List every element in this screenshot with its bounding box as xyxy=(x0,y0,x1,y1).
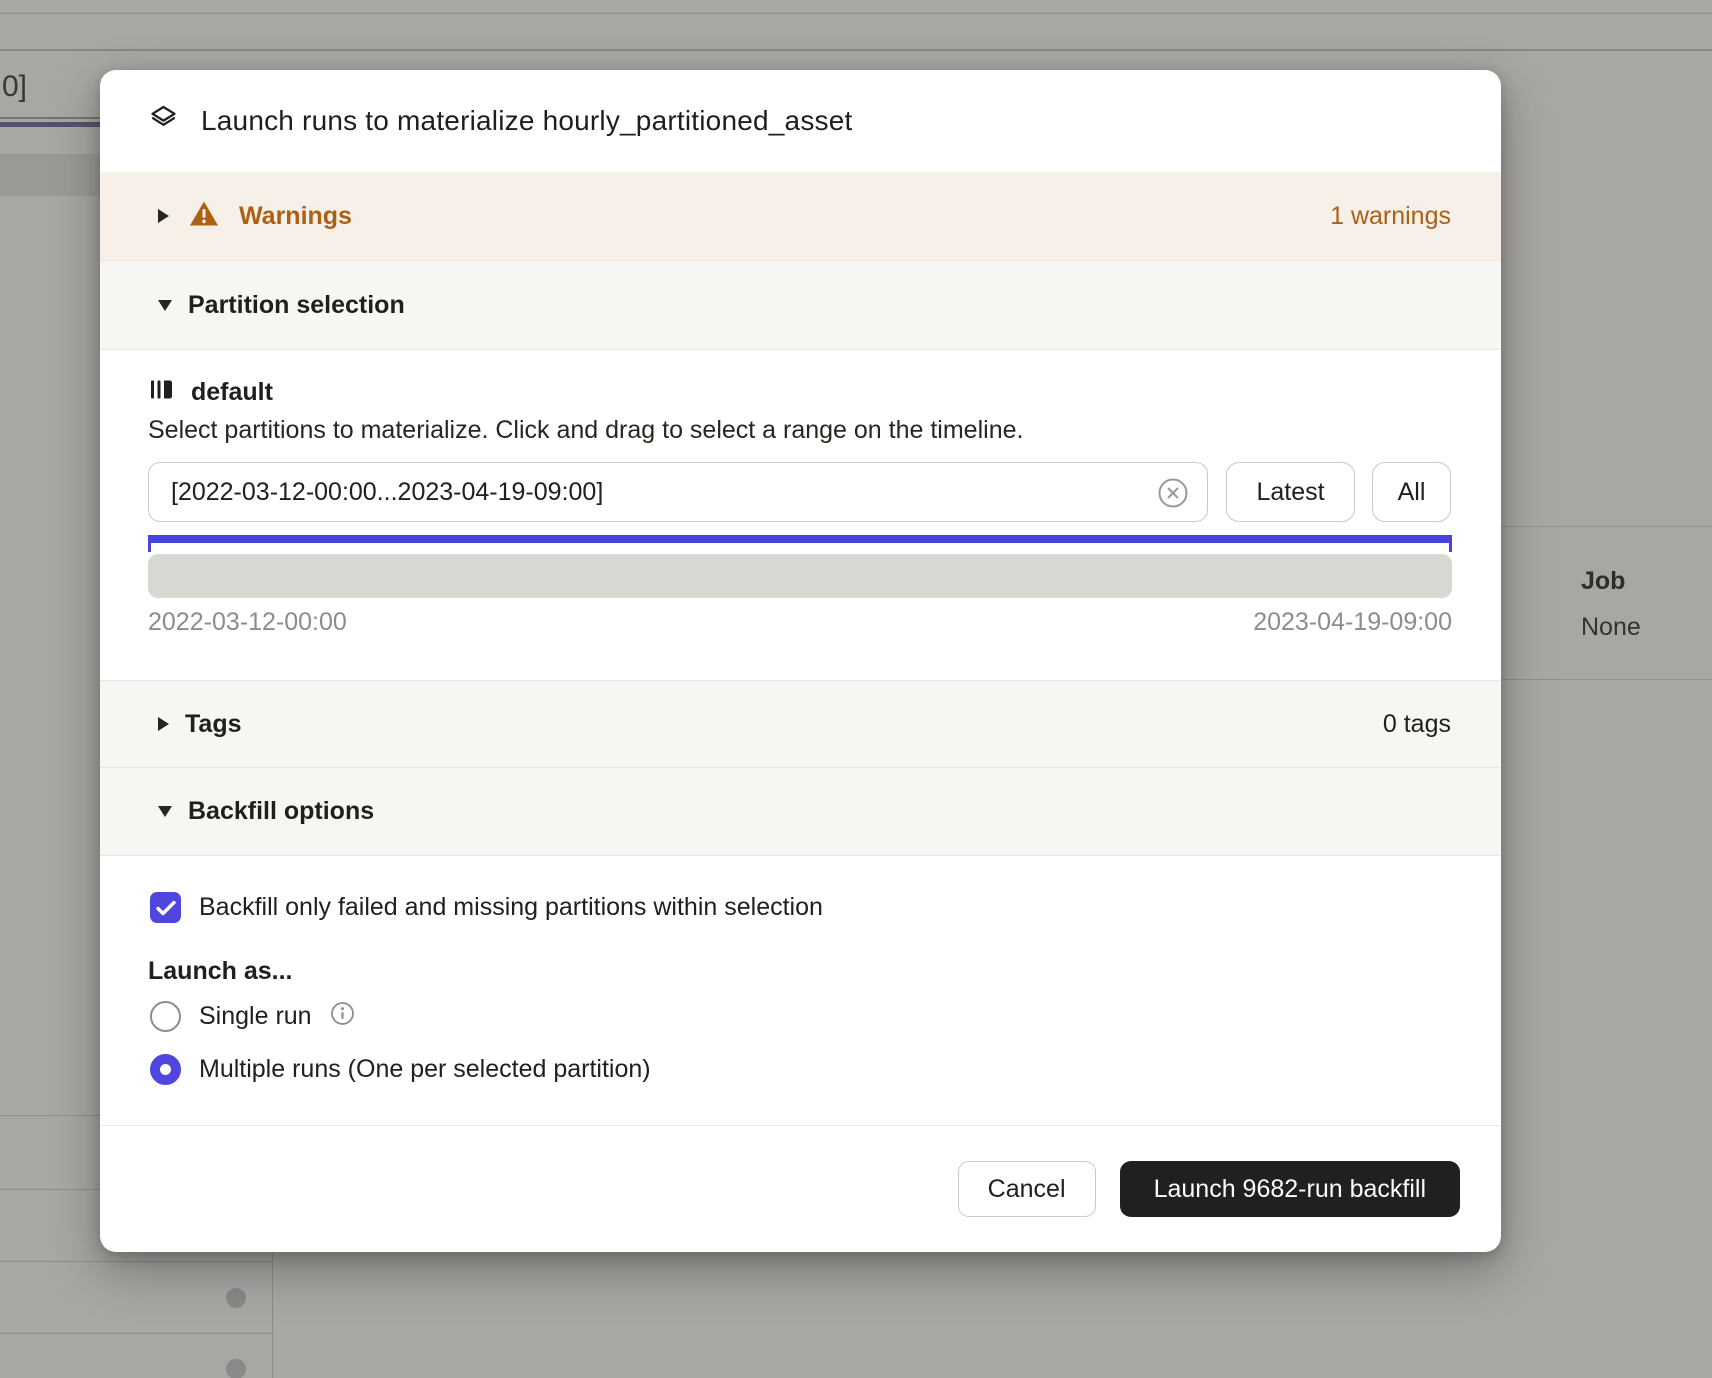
backdrop-status-dot xyxy=(226,1359,246,1378)
chevron-down-icon xyxy=(158,300,172,311)
backdrop-row-divider xyxy=(0,13,1712,14)
chevron-right-icon xyxy=(158,717,169,731)
chevron-right-icon xyxy=(158,209,169,223)
partition-selection-title: Partition selection xyxy=(188,291,405,320)
warnings-section-header[interactable]: Warnings 1 warnings xyxy=(100,172,1501,260)
warnings-count: 1 warnings xyxy=(1330,202,1451,231)
partition-timeline[interactable] xyxy=(148,554,1452,598)
cancel-button[interactable]: Cancel xyxy=(958,1161,1096,1217)
partition-selection-section-header[interactable]: Partition selection xyxy=(100,260,1501,350)
backdrop-row-divider xyxy=(0,1333,272,1334)
all-button[interactable]: All xyxy=(1372,462,1451,522)
dimension-row: default xyxy=(148,376,273,408)
tags-count: 0 tags xyxy=(1383,710,1451,739)
partition-range-input[interactable]: [2022-03-12-00:00...2023-04-19-09:00] xyxy=(148,462,1208,522)
warnings-label: Warnings xyxy=(239,202,352,231)
single-run-option: Single run xyxy=(150,999,355,1033)
tags-section-header[interactable]: Tags 0 tags xyxy=(100,680,1501,768)
backdrop-row-divider xyxy=(0,1261,272,1262)
partition-selection-body: default Select partitions to materialize… xyxy=(100,350,1501,680)
launch-backfill-dialog: Launch runs to materialize hourly_partit… xyxy=(100,70,1501,1252)
range-start-label: 2022-03-12-00:00 xyxy=(148,608,347,637)
backfill-only-failed-label: Backfill only failed and missing partiti… xyxy=(199,893,823,922)
backfill-only-failed-row: Backfill only failed and missing partiti… xyxy=(150,892,823,923)
tags-title: Tags xyxy=(185,710,242,739)
chevron-down-icon xyxy=(158,806,172,817)
backdrop-cell-divider xyxy=(1501,679,1712,680)
backdrop-divider xyxy=(0,117,100,119)
backdrop-job-label: Job xyxy=(1581,567,1625,596)
timeline-labels: 2022-03-12-00:00 2023-04-19-09:00 xyxy=(148,608,1452,637)
materialize-layers-icon xyxy=(148,103,179,139)
single-run-label: Single run xyxy=(199,1002,312,1031)
selected-range-indicator xyxy=(148,535,1452,543)
backfill-options-section-header[interactable]: Backfill options xyxy=(100,768,1501,856)
launch-backfill-button[interactable]: Launch 9682-run backfill xyxy=(1120,1161,1460,1217)
backdrop-row-divider xyxy=(0,1115,100,1116)
warning-triangle-icon xyxy=(189,200,219,232)
multiple-runs-label: Multiple runs (One per selected partitio… xyxy=(199,1055,651,1084)
partition-range-value: [2022-03-12-00:00...2023-04-19-09:00] xyxy=(171,478,603,507)
single-run-radio[interactable] xyxy=(150,1001,181,1032)
multiple-runs-radio[interactable] xyxy=(150,1054,181,1085)
backfill-options-body: Backfill only failed and missing partiti… xyxy=(100,856,1501,1125)
backdrop-job-value: None xyxy=(1581,613,1641,642)
latest-button[interactable]: Latest xyxy=(1226,462,1355,522)
dimension-name: default xyxy=(191,378,273,407)
backdrop-cell-divider xyxy=(1501,526,1712,527)
backdrop-partial-text: 0] xyxy=(2,70,27,104)
backdrop-tab-underline xyxy=(0,122,100,127)
backdrop-row-divider xyxy=(0,49,1712,51)
backdrop-row-divider xyxy=(0,1189,100,1190)
info-icon[interactable] xyxy=(330,1001,355,1031)
range-end-label: 2023-04-19-09:00 xyxy=(1253,608,1452,637)
dialog-title: Launch runs to materialize hourly_partit… xyxy=(201,105,852,137)
dialog-footer: Cancel Launch 9682-run backfill xyxy=(100,1125,1501,1252)
backfill-only-failed-checkbox[interactable] xyxy=(150,892,181,923)
dialog-header: Launch runs to materialize hourly_partit… xyxy=(100,70,1501,172)
partition-selection-description: Select partitions to materialize. Click … xyxy=(148,416,1023,445)
backdrop-status-dot xyxy=(226,1288,246,1308)
multiple-runs-option: Multiple runs (One per selected partitio… xyxy=(150,1052,651,1086)
launch-as-label: Launch as... xyxy=(148,957,292,986)
partition-set-icon xyxy=(148,376,175,408)
backfill-options-title: Backfill options xyxy=(188,797,374,826)
clear-selection-icon[interactable] xyxy=(1157,477,1189,509)
